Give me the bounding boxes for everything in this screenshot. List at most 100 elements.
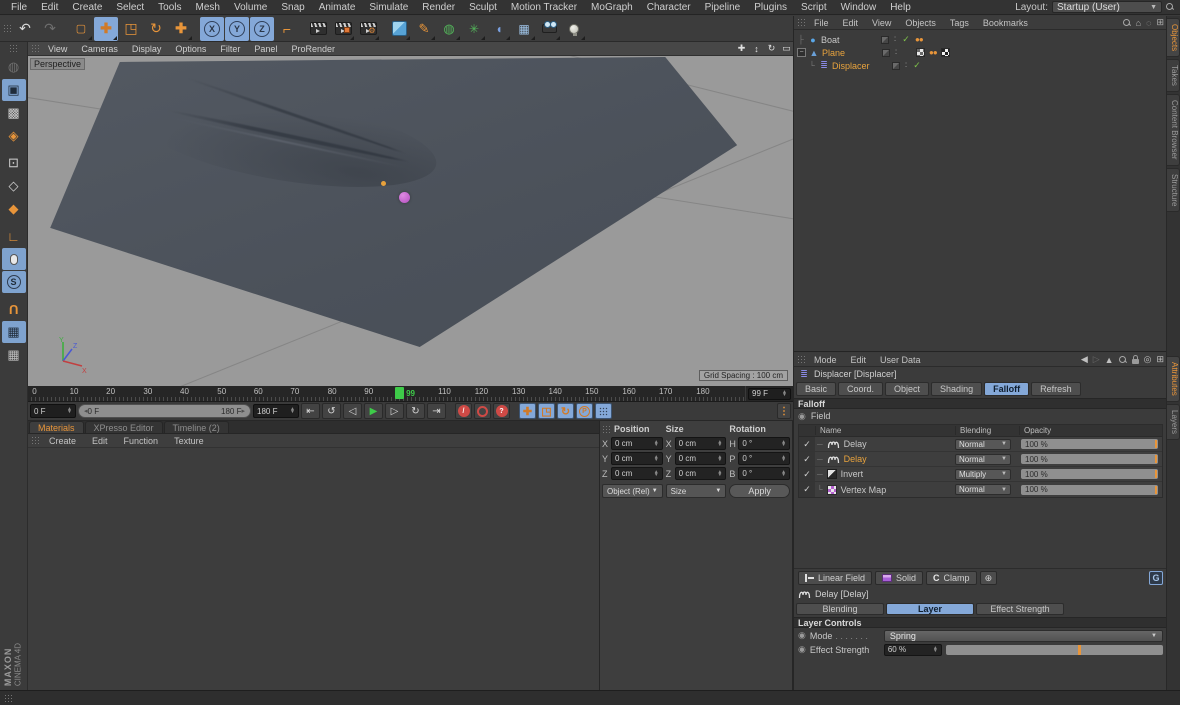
menu-render[interactable]: Render [415,2,462,13]
layer-controls-header[interactable]: Layer Controls [794,617,1167,628]
layout-dropdown[interactable]: Startup (User) ▼ [1052,1,1162,13]
enable-snap-button[interactable]: U [2,298,26,320]
opacity-slider[interactable]: 100 % [1021,485,1158,495]
layer-swatch-icon[interactable] [882,49,890,57]
keyframe-selection-button[interactable]: ⋮ [777,403,791,419]
col-name[interactable]: Name [815,426,955,435]
field-filter-button[interactable]: G [1149,571,1163,585]
goto-start-button[interactable]: ⇤ [301,403,320,419]
vertex-map-tag-icon[interactable] [916,48,925,57]
field-enabled-checkbox[interactable]: ✓ [799,452,815,466]
menu-plugins[interactable]: Plugins [747,2,794,13]
menu-motion-tracker[interactable]: Motion Tracker [504,2,584,13]
dock-tab-objects[interactable]: Objects [1167,18,1180,57]
object-manager-grip[interactable] [797,18,806,27]
vp-menu-display[interactable]: Display [126,44,168,54]
dock-tab-structure[interactable]: Structure [1167,168,1180,212]
lock-z-axis-button[interactable]: Z [250,17,274,41]
materials-menu-function[interactable]: Function [117,436,166,446]
position-y-field[interactable]: 0 cm▲▼ [611,452,663,465]
add-folder-button[interactable]: ⊕ [980,571,998,585]
size-x-field[interactable]: 0 cm▲▼ [675,437,727,450]
size-z-field[interactable]: 0 cm▲▼ [675,467,727,480]
field-row-delay-1[interactable]: ✓ ─ Delay Normal▼ 100 % [799,437,1162,452]
opacity-slider[interactable]: 100 % [1021,439,1158,449]
layer-swatch-icon[interactable] [881,36,889,44]
vp-menu-prorender[interactable]: ProRender [285,44,341,54]
blending-dropdown[interactable]: Normal▼ [955,454,1011,465]
rotation-h-field[interactable]: 0 °▲▼ [738,437,790,450]
menu-pipeline[interactable]: Pipeline [698,2,748,13]
add-camera-button[interactable] [537,17,561,41]
object-name[interactable]: Plane [822,48,880,58]
menu-create[interactable]: Create [65,2,109,13]
radio-icon[interactable]: ◉ [798,411,806,422]
model-mode-button[interactable]: ▣ [2,79,26,101]
slider-handle[interactable] [1155,455,1157,463]
menu-help[interactable]: Help [883,2,918,13]
opacity-slider[interactable]: 100 % [1021,469,1158,479]
solid-button[interactable]: Solid [875,571,923,585]
stepper-icon[interactable]: ▲▼ [781,441,786,447]
position-mode-dropdown[interactable]: Object (Rel)▼ [602,484,663,498]
dock-tab-layers[interactable]: Layers [1167,404,1180,440]
field-enabled-checkbox[interactable]: ✓ [799,467,815,481]
position-z-field[interactable]: 0 cm▲▼ [611,467,663,480]
dock-tab-attributes[interactable]: Attributes [1167,356,1180,402]
frame-range-slider[interactable]: ◂ 0 F 180 F ▸ [78,404,251,418]
playhead[interactable]: 99 [395,387,415,399]
enable-axis-button[interactable]: ∟ [2,225,26,247]
loop-button[interactable]: ↻ [406,403,425,419]
lock-x-axis-button[interactable]: X [200,17,224,41]
materials-menu-create[interactable]: Create [42,436,83,446]
goto-end-button[interactable]: ⇥ [427,403,446,419]
tab-basic[interactable]: Basic [796,382,836,396]
key-parameter-toggle[interactable]: P [576,403,593,419]
size-mode-dropdown[interactable]: Size▼ [666,484,727,498]
object-row-plane[interactable]: − ▲ Plane ∶ ●● [794,46,1167,59]
tab-xpresso-editor[interactable]: XPresso Editor [85,421,163,433]
menu-mograph[interactable]: MoGraph [584,2,640,13]
tab-refresh[interactable]: Refresh [1031,382,1081,396]
tab-falloff[interactable]: Falloff [984,382,1029,396]
boat-null-point-magenta[interactable] [399,192,410,203]
col-opacity[interactable]: Opacity [1019,426,1162,435]
materials-list-area[interactable] [28,448,599,690]
om-menu-file[interactable]: File [808,18,835,28]
effect-strength-field[interactable]: 60 %▲▼ [884,644,942,656]
playhead-marker[interactable] [395,387,404,399]
dock-tab-content-browser[interactable]: Content Browser [1167,94,1180,166]
convert-mode-button[interactable]: ◍ [2,56,26,78]
om-menu-view[interactable]: View [866,18,897,28]
add-deformer-button[interactable]: ◖ [487,17,511,41]
vp-menu-view[interactable]: View [42,44,73,54]
add-generator-button[interactable]: ◍ [437,17,461,41]
om-search-icon[interactable] [1123,19,1131,27]
am-menu-userdata[interactable]: User Data [874,355,927,365]
lock-y-axis-button[interactable]: Y [225,17,249,41]
viewport-solo-button[interactable]: S [2,271,26,293]
tab-coord[interactable]: Coord. [838,382,883,396]
add-mograph-button[interactable]: ✳ [462,17,486,41]
apply-button[interactable]: Apply [729,484,790,498]
parent-up-icon[interactable]: ▲ [1105,355,1114,365]
vp-menu-filter[interactable]: Filter [214,44,246,54]
phong-tag-icon[interactable]: ●● [929,48,937,57]
viewport[interactable]: View Cameras Display Options Filter Pane… [28,42,793,386]
spline-point-orange[interactable] [381,181,386,186]
menu-volume[interactable]: Volume [227,2,274,13]
tab-materials[interactable]: Materials [29,421,84,433]
menu-sculpt[interactable]: Sculpt [462,2,504,13]
timeline-ruler[interactable]: 0 10 20 30 40 50 60 70 80 90 99 110 120 … [28,386,745,401]
menu-window[interactable]: Window [834,2,884,13]
menu-snap[interactable]: Snap [274,2,311,13]
menu-tools[interactable]: Tools [151,2,188,13]
am-search-icon[interactable] [1119,356,1127,364]
pan-view-icon[interactable]: ✚ [735,43,748,54]
search-icon[interactable] [1166,3,1174,11]
tab-timeline[interactable]: Timeline (2) [164,421,229,433]
visibility-dots-icon[interactable]: ∶ [902,60,910,71]
start-frame-field[interactable]: 0 F ▲▼ [30,404,76,418]
attribute-grip[interactable] [797,355,806,364]
history-back-icon[interactable]: ◀ [1081,354,1088,365]
